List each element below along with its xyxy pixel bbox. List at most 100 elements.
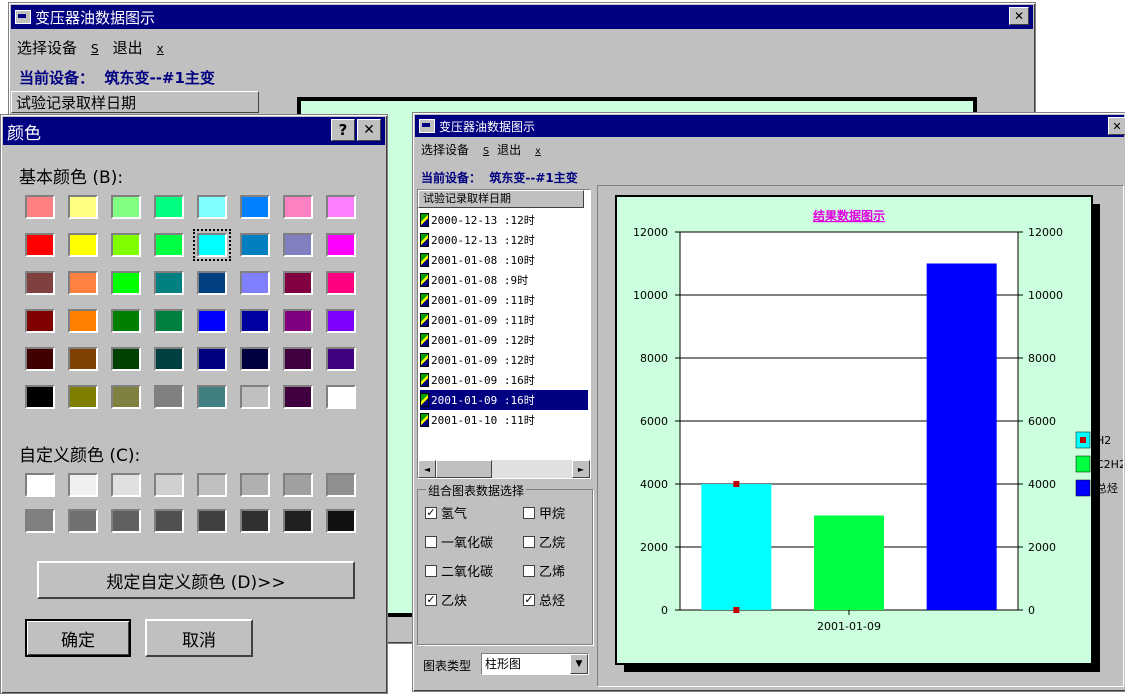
basic-color-swatch[interactable] (240, 347, 270, 371)
ok-button[interactable]: 确定 (25, 619, 131, 657)
basic-color-swatch[interactable] (197, 347, 227, 371)
scroll-left-button[interactable]: ◄ (418, 460, 436, 478)
basic-color-swatch[interactable] (25, 347, 55, 371)
help-button[interactable]: ? (331, 119, 355, 141)
cancel-button[interactable]: 取消 (145, 619, 253, 657)
basic-color-swatch[interactable] (326, 347, 356, 371)
combo-checkbox[interactable]: 乙烷 (523, 532, 565, 551)
custom-color-swatch[interactable] (25, 509, 55, 533)
custom-color-swatch[interactable] (283, 473, 313, 497)
combo-checkbox[interactable]: ✓ 乙炔 (425, 590, 467, 609)
custom-color-swatch[interactable] (197, 509, 227, 533)
basic-color-swatch[interactable] (326, 309, 356, 333)
scroll-right-button[interactable]: ► (572, 460, 590, 478)
basic-color-swatch[interactable] (283, 347, 313, 371)
record-list-item[interactable]: 2001-01-09 :12时 (420, 330, 588, 350)
custom-color-swatch[interactable] (154, 473, 184, 497)
scroll-thumb[interactable] (436, 460, 492, 478)
basic-color-swatch[interactable] (68, 347, 98, 371)
record-list-item[interactable]: 2001-01-08 :9时 (420, 270, 588, 290)
basic-color-swatch[interactable] (111, 347, 141, 371)
menu-select-device[interactable]: 选择设备 S (421, 141, 489, 158)
basic-color-swatch[interactable] (25, 309, 55, 333)
custom-color-swatch[interactable] (197, 473, 227, 497)
record-list-item[interactable]: 2001-01-09 :11时 (420, 310, 588, 330)
basic-color-swatch[interactable] (154, 309, 184, 333)
basic-color-swatch[interactable] (154, 233, 184, 257)
record-list-item[interactable]: 2000-12-13 :12时 (420, 210, 588, 230)
basic-color-swatch[interactable] (283, 271, 313, 295)
basic-color-swatch[interactable] (283, 385, 313, 409)
record-list-item[interactable]: 2001-01-09 :12时 (420, 350, 588, 370)
menu-exit[interactable]: 退出 x (497, 141, 541, 158)
menu-exit[interactable]: 退出 x (113, 37, 164, 58)
basic-color-swatch[interactable] (68, 385, 98, 409)
basic-color-swatch[interactable] (283, 309, 313, 333)
custom-color-swatch[interactable] (25, 473, 55, 497)
basic-color-swatch[interactable] (68, 195, 98, 219)
record-list-item[interactable]: 2001-01-09 :11时 (420, 290, 588, 310)
basic-color-swatch[interactable] (68, 233, 98, 257)
back-close-button[interactable]: ✕ (1009, 7, 1029, 25)
basic-color-swatch[interactable] (197, 195, 227, 219)
combo-checkbox[interactable]: ✓ 氢气 (425, 503, 467, 522)
custom-color-swatch[interactable] (68, 509, 98, 533)
combo-checkbox[interactable]: ✓ 总烃 (523, 590, 565, 609)
basic-color-swatch[interactable] (111, 385, 141, 409)
combo-checkbox[interactable]: 一氧化碳 (425, 532, 493, 551)
basic-color-swatch[interactable] (283, 233, 313, 257)
basic-color-swatch[interactable] (240, 233, 270, 257)
basic-color-swatch[interactable] (111, 271, 141, 295)
custom-color-swatch[interactable] (240, 473, 270, 497)
basic-color-swatch[interactable] (193, 229, 231, 261)
combo-checkbox[interactable]: 乙烯 (523, 561, 565, 580)
custom-color-swatch[interactable] (154, 509, 184, 533)
basic-color-swatch[interactable] (154, 347, 184, 371)
basic-color-swatch[interactable] (154, 385, 184, 409)
basic-color-swatch[interactable] (197, 385, 227, 409)
basic-color-swatch[interactable] (240, 195, 270, 219)
custom-color-swatch[interactable] (326, 473, 356, 497)
basic-color-swatch[interactable] (154, 195, 184, 219)
record-list-item[interactable]: 2000-12-13 :12时 (420, 230, 588, 250)
horizontal-scrollbar[interactable]: ◄ ► (418, 460, 590, 478)
basic-color-swatch[interactable] (240, 385, 270, 409)
basic-color-swatch[interactable] (68, 271, 98, 295)
basic-color-swatch[interactable] (111, 233, 141, 257)
custom-color-swatch[interactable] (68, 473, 98, 497)
basic-color-swatch[interactable] (326, 271, 356, 295)
basic-color-swatch[interactable] (240, 271, 270, 295)
custom-color-swatch[interactable] (283, 509, 313, 533)
front-close-button[interactable]: ✕ (1108, 117, 1125, 135)
basic-color-swatch[interactable] (111, 309, 141, 333)
chart-type-select[interactable]: 柱形图 ▼ (481, 653, 589, 675)
basic-color-swatch[interactable] (25, 233, 55, 257)
basic-color-swatch[interactable] (283, 195, 313, 219)
basic-color-swatch[interactable] (197, 309, 227, 333)
record-list[interactable]: 试验记录取样日期 2000-12-13 :12时 2000-12-13 :12时 2… (417, 189, 591, 479)
basic-color-swatch[interactable] (68, 309, 98, 333)
basic-color-swatch[interactable] (25, 271, 55, 295)
record-list-item[interactable]: 2001-01-10 :11时 (420, 410, 588, 430)
basic-color-swatch[interactable] (326, 385, 356, 409)
basic-color-swatch[interactable] (25, 195, 55, 219)
record-list-item[interactable]: 2001-01-09 :16时 (420, 370, 588, 390)
basic-color-swatch[interactable] (25, 385, 55, 409)
combo-checkbox[interactable]: 二氧化碳 (425, 561, 493, 580)
dropdown-button[interactable]: ▼ (570, 654, 588, 674)
custom-color-swatch[interactable] (326, 509, 356, 533)
record-list-header[interactable]: 试验记录取样日期 (418, 190, 584, 208)
custom-color-swatch[interactable] (111, 509, 141, 533)
basic-color-swatch[interactable] (154, 271, 184, 295)
basic-color-swatch[interactable] (111, 195, 141, 219)
basic-color-swatch[interactable] (240, 309, 270, 333)
record-list-item[interactable]: 2001-01-08 :10时 (420, 250, 588, 270)
define-custom-colors-button[interactable]: 规定自定义颜色 (D)>> (37, 561, 355, 599)
custom-color-swatch[interactable] (111, 473, 141, 497)
basic-color-swatch[interactable] (326, 195, 356, 219)
record-list-item[interactable]: 2001-01-09 :16时 (420, 390, 588, 410)
back-list-header[interactable]: 试验记录取样日期 (11, 91, 259, 113)
basic-color-swatch[interactable] (326, 233, 356, 257)
menu-select-device[interactable]: 选择设备 S (17, 37, 99, 58)
combo-checkbox[interactable]: 甲烷 (523, 503, 565, 522)
